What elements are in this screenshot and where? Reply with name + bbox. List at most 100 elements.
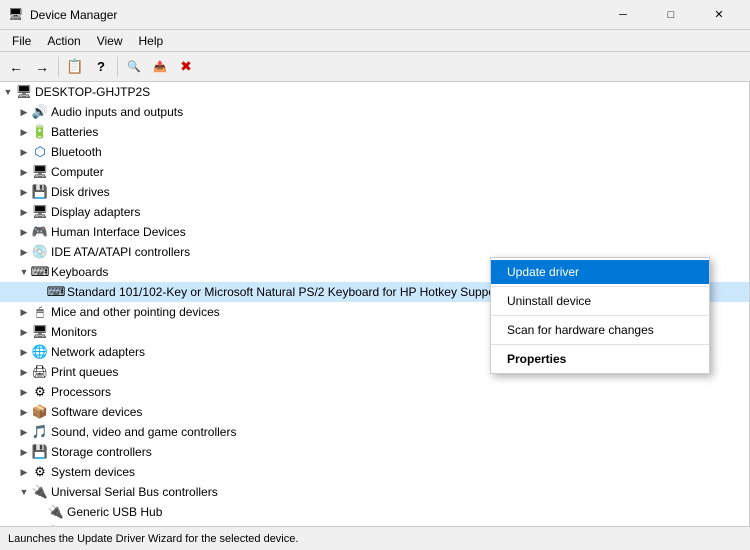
- tree-item-bluetooth[interactable]: ⬡ Bluetooth: [0, 142, 749, 162]
- status-bar: Launches the Update Driver Wizard for th…: [0, 526, 750, 550]
- print-icon: 🖨: [32, 364, 48, 380]
- computer-icon: 🖥: [32, 164, 48, 180]
- tree-label-bluetooth: Bluetooth: [51, 145, 102, 159]
- scan-button[interactable]: 🔍: [122, 55, 146, 79]
- expand-mice[interactable]: [16, 304, 32, 320]
- expand-print[interactable]: [16, 364, 32, 380]
- disk-icon: 💾: [32, 184, 48, 200]
- tree-item-system[interactable]: ⚙ System devices: [0, 462, 749, 482]
- keyboards-icon: ⌨: [32, 264, 48, 280]
- software-icon: 📦: [32, 404, 48, 420]
- expand-keyboards[interactable]: [16, 264, 32, 280]
- expand-monitors[interactable]: [16, 324, 32, 340]
- tree-item-audio[interactable]: 🔊 Audio inputs and outputs: [0, 102, 749, 122]
- tree-item-display[interactable]: 🖥 Display adapters: [0, 202, 749, 222]
- bluetooth-icon: ⬡: [32, 144, 48, 160]
- maximize-button[interactable]: □: [648, 0, 694, 30]
- context-menu-properties[interactable]: Properties: [491, 347, 709, 371]
- tree-root[interactable]: 🖥 DESKTOP-GHJTP2S: [0, 82, 749, 102]
- display-icon: 🖥: [32, 204, 48, 220]
- menu-action[interactable]: Action: [39, 30, 88, 51]
- context-separator-3: [491, 344, 709, 345]
- tree-label-system: System devices: [51, 465, 135, 479]
- tree-item-usb[interactable]: 🔌 Universal Serial Bus controllers: [0, 482, 749, 502]
- expand-sound[interactable]: [16, 424, 32, 440]
- tree-label-usb: Universal Serial Bus controllers: [51, 485, 218, 499]
- expand-system[interactable]: [16, 464, 32, 480]
- back-button[interactable]: ←: [4, 55, 28, 79]
- tree-label-usb-generic: Generic USB Hub: [67, 505, 162, 519]
- expand-software[interactable]: [16, 404, 32, 420]
- menu-view[interactable]: View: [89, 30, 131, 51]
- expand-audio[interactable]: [16, 104, 32, 120]
- expand-disk[interactable]: [16, 184, 32, 200]
- tree-item-batteries[interactable]: 🔋 Batteries: [0, 122, 749, 142]
- help-button[interactable]: ?: [89, 55, 113, 79]
- expand-ide[interactable]: [16, 244, 32, 260]
- sound-icon: 🎵: [32, 424, 48, 440]
- expand-computer[interactable]: [16, 164, 32, 180]
- expand-usb[interactable]: [16, 484, 32, 500]
- expand-batteries[interactable]: [16, 124, 32, 140]
- tree-label-storage: Storage controllers: [51, 445, 152, 459]
- system-icon: ⚙: [32, 464, 48, 480]
- tree-item-processors[interactable]: ⚙ Processors: [0, 382, 749, 402]
- tree-item-usb-generic[interactable]: 🔌 Generic USB Hub: [0, 502, 749, 522]
- toolbar-sep-1: [58, 57, 59, 77]
- expand-processors[interactable]: [16, 384, 32, 400]
- tree-item-software[interactable]: 📦 Software devices: [0, 402, 749, 422]
- computer-root-icon: 🖥: [16, 84, 32, 100]
- tree-item-usb-intel8[interactable]: 🔌 Intel(R) 8 Series USB Enhanced Host Co…: [0, 522, 749, 526]
- keyboard-std-icon: ⌨: [48, 284, 64, 300]
- properties-button[interactable]: 📋: [63, 55, 87, 79]
- context-separator-1: [491, 286, 709, 287]
- tree-label-print: Print queues: [51, 365, 118, 379]
- menu-help[interactable]: Help: [131, 30, 172, 51]
- tree-root-label: DESKTOP-GHJTP2S: [35, 85, 150, 99]
- minimize-button[interactable]: ─: [600, 0, 646, 30]
- tree-label-mice: Mice and other pointing devices: [51, 305, 220, 319]
- tree-label-usb-intel8: Intel(R) 8 Series USB Enhanced Host Cont…: [67, 525, 378, 526]
- device-tree[interactable]: 🖥 DESKTOP-GHJTP2S 🔊 Audio inputs and out…: [0, 82, 750, 526]
- tree-label-processors: Processors: [51, 385, 111, 399]
- expand-bluetooth[interactable]: [16, 144, 32, 160]
- toolbar-sep-2: [117, 57, 118, 77]
- tree-item-hid[interactable]: 🎮 Human Interface Devices: [0, 222, 749, 242]
- close-button[interactable]: ✕: [696, 0, 742, 30]
- storage-icon: 💾: [32, 444, 48, 460]
- tree-label-keyboard-std: Standard 101/102-Key or Microsoft Natura…: [67, 285, 502, 299]
- window-controls: ─ □ ✕: [600, 0, 742, 30]
- context-menu-uninstall-device[interactable]: Uninstall device: [491, 289, 709, 313]
- title-bar: 🖥 Device Manager ─ □ ✕: [0, 0, 750, 30]
- tree-label-software: Software devices: [51, 405, 142, 419]
- context-menu-scan-hardware[interactable]: Scan for hardware changes: [491, 318, 709, 342]
- expand-display[interactable]: [16, 204, 32, 220]
- tree-item-computer[interactable]: 🖥 Computer: [0, 162, 749, 182]
- update-driver-toolbar-button[interactable]: 📤: [148, 55, 172, 79]
- batteries-icon: 🔋: [32, 124, 48, 140]
- tree-item-storage[interactable]: 💾 Storage controllers: [0, 442, 749, 462]
- expand-network[interactable]: [16, 344, 32, 360]
- tree-label-display: Display adapters: [51, 205, 140, 219]
- tree-label-computer: Computer: [51, 165, 104, 179]
- processors-icon: ⚙: [32, 384, 48, 400]
- expand-hid[interactable]: [16, 224, 32, 240]
- usb-intel8-icon: 🔌: [48, 524, 64, 526]
- tree-item-sound[interactable]: 🎵 Sound, video and game controllers: [0, 422, 749, 442]
- main-content: 🖥 DESKTOP-GHJTP2S 🔊 Audio inputs and out…: [0, 82, 750, 526]
- app-icon: 🖥: [8, 7, 24, 23]
- context-menu-update-driver[interactable]: Update driver: [491, 260, 709, 284]
- tree-label-keyboards: Keyboards: [51, 265, 108, 279]
- tree-label-sound: Sound, video and game controllers: [51, 425, 236, 439]
- expand-storage[interactable]: [16, 444, 32, 460]
- ide-icon: 💿: [32, 244, 48, 260]
- mice-icon: 🖱: [32, 304, 48, 320]
- forward-button[interactable]: →: [30, 55, 54, 79]
- menu-bar: File Action View Help: [0, 30, 750, 52]
- window-title: Device Manager: [30, 8, 600, 22]
- uninstall-toolbar-button[interactable]: ✖: [174, 55, 198, 79]
- menu-file[interactable]: File: [4, 30, 39, 51]
- audio-icon: 🔊: [32, 104, 48, 120]
- tree-item-disk[interactable]: 💾 Disk drives: [0, 182, 749, 202]
- expand-root[interactable]: [0, 84, 16, 100]
